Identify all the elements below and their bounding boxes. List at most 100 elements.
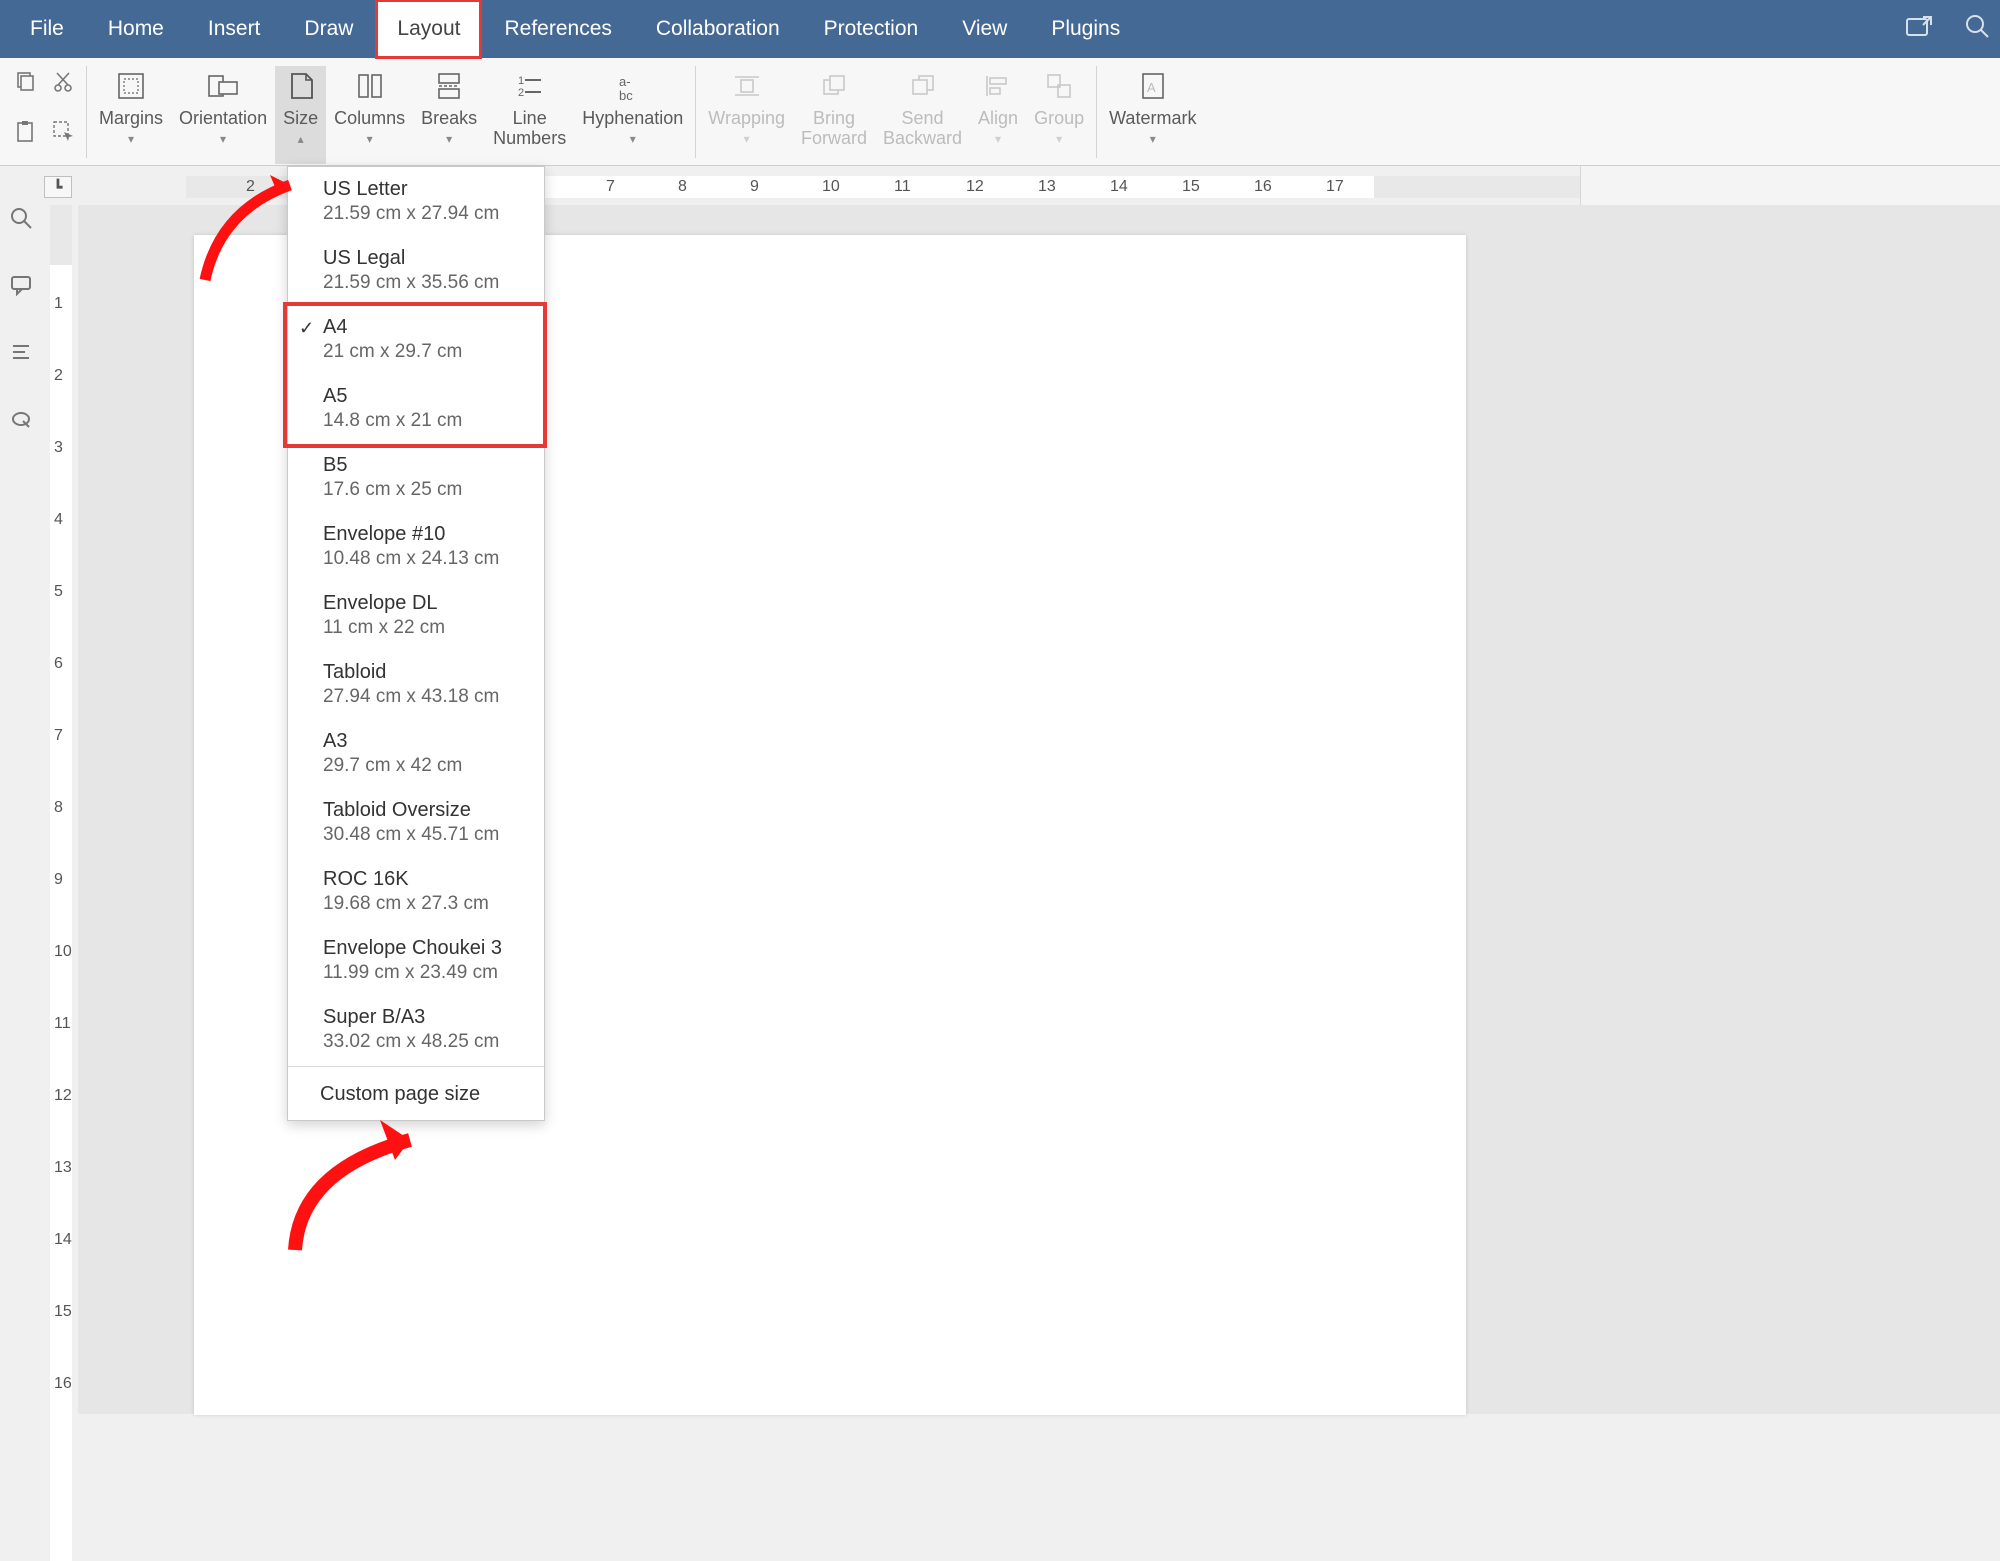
- size-option-envelope-dl[interactable]: Envelope DL11 cm x 22 cm: [288, 581, 544, 650]
- vertical-ruler[interactable]: 12345678910111213141516: [50, 205, 72, 1414]
- size-option-dimensions: 11.99 cm x 23.49 cm: [323, 962, 527, 984]
- size-option-tabloid-oversize[interactable]: Tabloid Oversize30.48 cm x 45.71 cm: [288, 788, 544, 857]
- size-option-name: ROC 16K: [323, 868, 527, 891]
- menu-collaboration[interactable]: Collaboration: [634, 0, 802, 59]
- line-numbers-button[interactable]: 12 Line Numbers: [485, 66, 574, 164]
- ruler-number: 8: [678, 178, 687, 196]
- size-option-us-letter[interactable]: US Letter21.59 cm x 27.94 cm: [288, 167, 544, 236]
- feedback-icon[interactable]: [9, 407, 33, 438]
- paste-icon[interactable]: [6, 119, 44, 150]
- menu-draw[interactable]: Draw: [282, 0, 375, 59]
- size-option-roc-16k[interactable]: ROC 16K19.68 cm x 27.3 cm: [288, 857, 544, 926]
- menu-home[interactable]: Home: [86, 0, 186, 59]
- columns-label: Columns: [334, 108, 405, 128]
- ruler-number: 11: [54, 1015, 71, 1033]
- hyphenation-button[interactable]: a-bc Hyphenation ▾: [574, 66, 691, 164]
- size-icon: [286, 68, 316, 104]
- size-option-dimensions: 11 cm x 22 cm: [323, 617, 527, 639]
- size-option-name: Envelope DL: [323, 592, 527, 615]
- ruler-number: 12: [54, 1087, 72, 1105]
- size-option-tabloid[interactable]: Tabloid27.94 cm x 43.18 cm: [288, 650, 544, 719]
- chevron-down-icon: ▾: [446, 132, 452, 146]
- columns-button[interactable]: Columns ▾: [326, 66, 413, 164]
- size-option-envelope-10[interactable]: Envelope #1010.48 cm x 24.13 cm: [288, 512, 544, 581]
- menu-references[interactable]: References: [482, 0, 633, 59]
- cut-icon[interactable]: [44, 70, 82, 101]
- chevron-down-icon: ▾: [630, 132, 636, 146]
- size-button[interactable]: Size ▴: [275, 66, 326, 164]
- size-option-dimensions: 17.6 cm x 25 cm: [323, 479, 527, 501]
- size-option-a4[interactable]: ✓A421 cm x 29.7 cm: [288, 305, 544, 374]
- size-option-a5[interactable]: A514.8 cm x 21 cm: [288, 374, 544, 443]
- menu-layout[interactable]: Layout: [375, 0, 482, 59]
- svg-text:A: A: [1147, 80, 1156, 95]
- margins-button[interactable]: Margins ▾: [91, 66, 171, 164]
- copy-icon[interactable]: [6, 70, 44, 101]
- size-option-a3[interactable]: A329.7 cm x 42 cm: [288, 719, 544, 788]
- ruler-number: 13: [54, 1159, 72, 1177]
- headings-icon[interactable]: [9, 340, 33, 371]
- align-label: Align: [978, 108, 1018, 128]
- ruler-number: 8: [54, 799, 63, 817]
- size-option-dimensions: 33.02 cm x 48.25 cm: [323, 1031, 527, 1053]
- bring-forward-label: Bring Forward: [801, 108, 867, 148]
- size-option-envelope-choukei-3[interactable]: Envelope Choukei 311.99 cm x 23.49 cm: [288, 926, 544, 995]
- margins-label: Margins: [99, 108, 163, 128]
- custom-page-size[interactable]: Custom page size: [288, 1069, 544, 1120]
- size-option-name: Envelope Choukei 3: [323, 937, 527, 960]
- ruler-number: 12: [966, 178, 984, 196]
- ruler-number: 10: [822, 178, 840, 196]
- wrapping-icon: [731, 68, 763, 104]
- line-numbers-icon: 12: [515, 68, 545, 104]
- size-option-name: A3: [323, 730, 527, 753]
- send-backward-label: Send Backward: [883, 108, 962, 148]
- size-option-dimensions: 27.94 cm x 43.18 cm: [323, 686, 527, 708]
- size-label: Size: [283, 108, 318, 128]
- size-option-name: A5: [323, 385, 527, 408]
- ribbon: Margins ▾ Orientation ▾ Size ▴ Columns ▾…: [0, 58, 2000, 166]
- send-backward-icon: [907, 68, 939, 104]
- chevron-down-icon: ▾: [367, 132, 373, 146]
- breaks-button[interactable]: Breaks ▾: [413, 66, 485, 164]
- watermark-button[interactable]: A Watermark ▾: [1101, 66, 1204, 164]
- watermark-label: Watermark: [1109, 108, 1196, 128]
- menu-file[interactable]: File: [8, 0, 86, 59]
- size-option-us-legal[interactable]: US Legal21.59 cm x 35.56 cm: [288, 236, 544, 305]
- size-option-dimensions: 21.59 cm x 27.94 cm: [323, 203, 527, 225]
- chevron-down-icon: ▾: [995, 132, 1001, 146]
- size-option-dimensions: 29.7 cm x 42 cm: [323, 755, 527, 777]
- send-backward-button: Send Backward: [875, 66, 970, 164]
- hyphenation-icon: a-bc: [615, 68, 651, 104]
- tab-stop-selector[interactable]: ┗: [44, 176, 72, 198]
- menu-insert[interactable]: Insert: [186, 0, 283, 59]
- size-option-b5[interactable]: B517.6 cm x 25 cm: [288, 443, 544, 512]
- menu-plugins[interactable]: Plugins: [1029, 0, 1142, 59]
- divider: [288, 1066, 544, 1067]
- ruler-number: 11: [894, 178, 911, 196]
- menu-view[interactable]: View: [940, 0, 1029, 59]
- margins-icon: [115, 68, 147, 104]
- breaks-label: Breaks: [421, 108, 477, 128]
- size-option-name: Super B/A3: [323, 1006, 527, 1029]
- ruler-number: 16: [1254, 178, 1272, 196]
- find-icon[interactable]: [9, 206, 33, 237]
- menu-protection[interactable]: Protection: [802, 0, 941, 59]
- check-icon: ✓: [299, 318, 314, 339]
- columns-icon: [355, 68, 385, 104]
- comments-icon[interactable]: [9, 273, 33, 304]
- ruler-number: 9: [750, 178, 759, 196]
- search-icon[interactable]: [1964, 13, 1990, 46]
- size-option-super-b-a3[interactable]: Super B/A333.02 cm x 48.25 cm: [288, 995, 544, 1064]
- wrapping-label: Wrapping: [708, 108, 785, 128]
- align-button: Align ▾: [970, 66, 1026, 164]
- orientation-button[interactable]: Orientation ▾: [171, 66, 275, 164]
- svg-text:1: 1: [518, 75, 524, 87]
- breaks-icon: [434, 68, 464, 104]
- group-icon: [1043, 68, 1075, 104]
- open-file-icon[interactable]: [1906, 14, 1934, 45]
- ruler-number: 13: [1038, 178, 1056, 196]
- bring-forward-button: Bring Forward: [793, 66, 875, 164]
- hyphenation-label: Hyphenation: [582, 108, 683, 128]
- size-option-dimensions: 21.59 cm x 35.56 cm: [323, 272, 527, 294]
- select-icon[interactable]: [44, 119, 82, 150]
